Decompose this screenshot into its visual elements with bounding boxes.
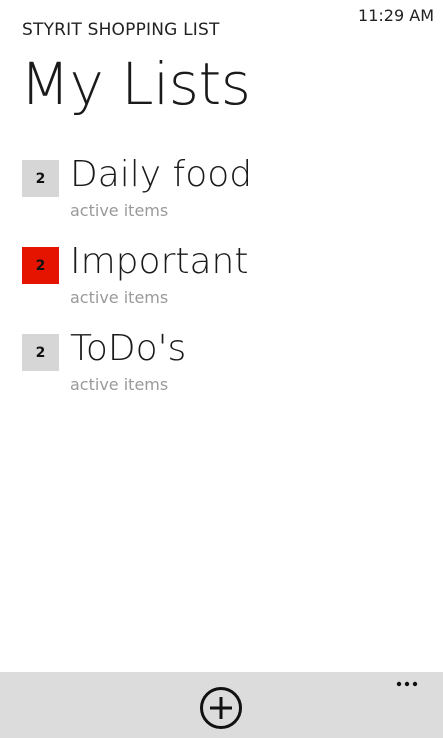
list-item-todos[interactable]: 2 ToDo's active items xyxy=(22,328,443,415)
count-badge: 2 xyxy=(22,160,59,197)
count-badge: 2 xyxy=(22,247,59,284)
list-subtitle: active items xyxy=(70,201,169,220)
more-ellipsis-icon xyxy=(396,681,418,687)
add-circle-icon xyxy=(200,687,242,729)
status-time: 11:29 AM xyxy=(358,6,434,25)
list-item-daily-food[interactable]: 2 Daily food active items xyxy=(22,154,443,241)
app-bar xyxy=(0,672,443,738)
list-subtitle: active items xyxy=(70,375,169,394)
list-subtitle: active items xyxy=(70,288,169,307)
add-list-button[interactable] xyxy=(199,686,243,730)
list-item-important[interactable]: 2 Important active items xyxy=(22,241,443,328)
status-bar: 11:29 AM xyxy=(358,6,434,25)
lists-container: 2 Daily food active items 2 Important ac… xyxy=(22,154,443,415)
more-options-button[interactable] xyxy=(393,676,423,692)
list-name: Important xyxy=(70,241,249,282)
list-name: Daily food xyxy=(70,154,253,195)
app-title: STYRIT SHOPPING LIST xyxy=(22,20,220,40)
list-name: ToDo's xyxy=(70,328,187,369)
count-badge: 2 xyxy=(22,334,59,371)
page-title: My Lists xyxy=(20,50,251,118)
